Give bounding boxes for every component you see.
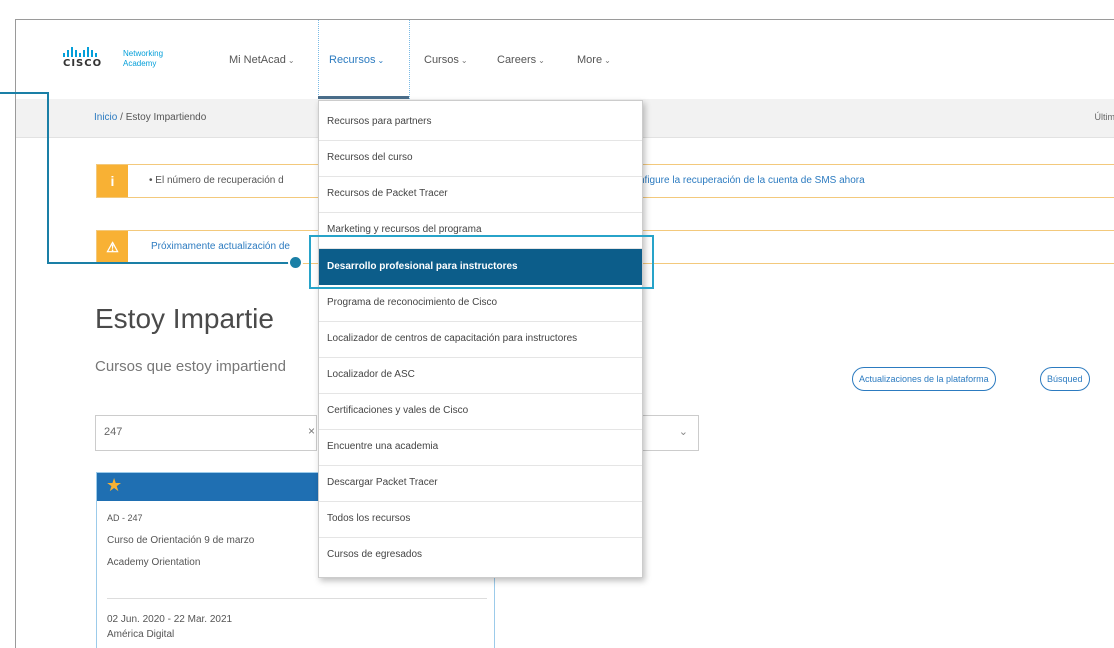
search-input[interactable]: 247 × xyxy=(95,415,317,451)
breadcrumb-separator: / xyxy=(117,112,125,123)
nav-mi-netacad[interactable]: Mi NetAcad⌄ xyxy=(229,54,295,66)
search-button[interactable]: Búsqued xyxy=(1040,367,1090,391)
filter-select[interactable]: ⌄ xyxy=(636,415,699,451)
breadcrumb-current: Estoy Impartiendo xyxy=(126,112,207,123)
platform-updates-button[interactable]: Actualizaciones de la plataforma xyxy=(852,367,996,391)
nav-cursos[interactable]: Cursos⌄ xyxy=(424,54,468,66)
nav-recursos[interactable]: Recursos⌄ xyxy=(329,54,384,66)
menu-item-todos-recursos[interactable]: Todos los recursos xyxy=(319,501,642,538)
logo-brand: CISCO xyxy=(63,58,102,69)
star-icon[interactable]: ★ xyxy=(106,475,122,496)
logo-product: Networking Academy xyxy=(123,49,163,69)
configure-sms-link[interactable]: nfigure la recuperación de la cuenta de … xyxy=(639,175,865,186)
callout-dot xyxy=(288,255,303,270)
menu-item-cursos-egresados[interactable]: Cursos de egresados xyxy=(319,537,642,573)
cisco-bars-icon xyxy=(63,47,99,57)
course-name: Curso de Orientación 9 de marzo xyxy=(107,535,254,546)
chevron-down-icon: ⌄ xyxy=(604,56,611,65)
networking-academy-logo[interactable]: CISCO Networking Academy xyxy=(63,47,188,73)
menu-item-certificaciones[interactable]: Certificaciones y vales de Cisco xyxy=(319,393,642,430)
top-navbar: CISCO Networking Academy Mi NetAcad⌄ Rec… xyxy=(16,20,1114,99)
clear-icon[interactable]: × xyxy=(308,424,315,438)
search-value: 247 xyxy=(104,426,122,438)
course-type: Academy Orientation xyxy=(107,557,200,568)
menu-item-encuentre-academia[interactable]: Encuentre una academia xyxy=(319,429,642,466)
card-divider xyxy=(107,598,487,599)
chevron-down-icon: ⌄ xyxy=(377,56,384,65)
breadcrumb-home-link[interactable]: Inicio xyxy=(94,112,117,123)
chevron-down-icon: ⌄ xyxy=(679,425,688,438)
menu-item-descargar-packet-tracer[interactable]: Descargar Packet Tracer xyxy=(319,465,642,502)
callout-highlight-box xyxy=(309,235,654,289)
callout-line xyxy=(47,92,49,264)
menu-item-localizador-asc[interactable]: Localizador de ASC xyxy=(319,357,642,394)
menu-item-recursos-curso[interactable]: Recursos del curso xyxy=(319,140,642,177)
upcoming-update-link[interactable]: Próximamente actualización de xyxy=(151,241,290,252)
page-title: Estoy Impartie xyxy=(95,303,274,335)
callout-line xyxy=(47,262,297,264)
warning-icon: ⚠ xyxy=(97,231,128,263)
chevron-down-icon: ⌄ xyxy=(288,56,295,65)
course-dates: 02 Jun. 2020 - 22 Mar. 2021 xyxy=(107,614,232,625)
alert-text: • El número de recuperación d xyxy=(149,175,284,186)
callout-line xyxy=(0,92,48,94)
menu-item-recursos-packet-tracer[interactable]: Recursos de Packet Tracer xyxy=(319,176,642,213)
menu-item-reconocimiento[interactable]: Programa de reconocimiento de Cisco xyxy=(319,285,642,322)
course-code: AD - 247 xyxy=(107,513,143,523)
nav-careers[interactable]: Careers⌄ xyxy=(497,54,545,66)
nav-more[interactable]: More⌄ xyxy=(577,54,611,66)
menu-item-localizador-centros[interactable]: Localizador de centros de capacitación p… xyxy=(319,321,642,358)
info-icon: i xyxy=(97,165,128,197)
breadcrumb-right-text: Últim xyxy=(1095,112,1114,122)
recursos-dropdown-menu: Recursos para partners Recursos del curs… xyxy=(318,100,643,578)
page-subtitle: Cursos que estoy impartiend xyxy=(95,358,286,375)
chevron-down-icon: ⌄ xyxy=(461,56,468,65)
menu-item-recursos-partners[interactable]: Recursos para partners xyxy=(319,104,642,141)
course-org: América Digital xyxy=(107,629,174,640)
chevron-down-icon: ⌄ xyxy=(538,56,545,65)
browser-frame: CISCO Networking Academy Mi NetAcad⌄ Rec… xyxy=(15,19,1114,648)
